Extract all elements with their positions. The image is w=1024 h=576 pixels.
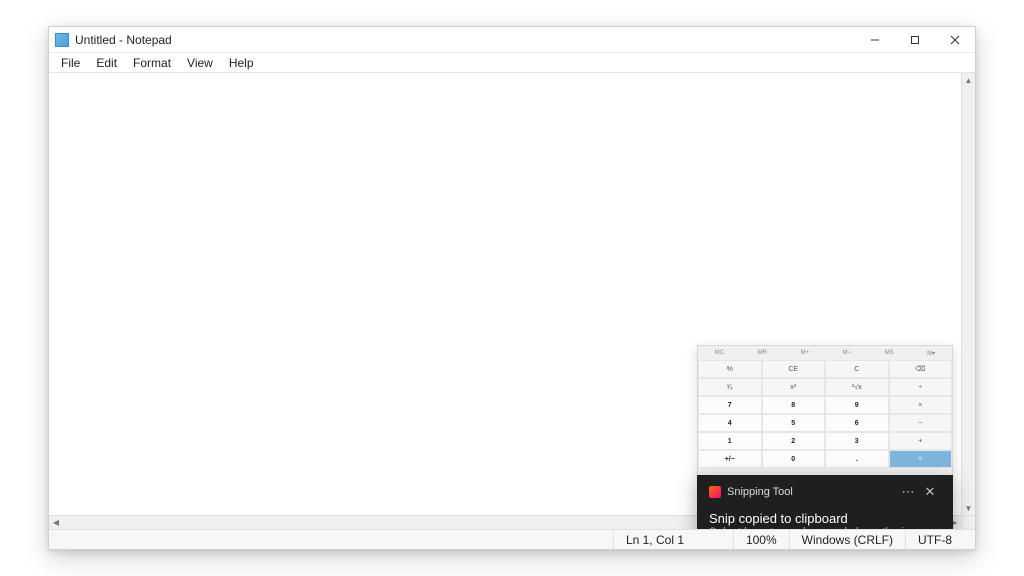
snipping-tool-toast[interactable]: Snipping Tool ⋯ ✕ Snip copied to clipboa… bbox=[697, 475, 953, 529]
window-title: Untitled - Notepad bbox=[75, 33, 172, 47]
close-icon bbox=[950, 35, 960, 45]
calc-key-0[interactable]: 0 bbox=[762, 450, 826, 468]
vertical-scrollbar[interactable]: ▲ ▼ bbox=[961, 73, 975, 515]
calc-key-4[interactable]: 4 bbox=[698, 414, 762, 432]
notepad-icon bbox=[55, 33, 69, 47]
scroll-up-icon[interactable]: ▲ bbox=[962, 73, 976, 87]
scroll-corner bbox=[961, 515, 975, 529]
toast-app-name: Snipping Tool bbox=[727, 486, 897, 498]
calculator-keypad: %CEC⌫ ¹⁄ₓx²²√x÷ 789× 456− 123+ +/−0.= bbox=[698, 360, 952, 468]
maximize-button[interactable] bbox=[895, 27, 935, 52]
calc-mem-3[interactable]: M− bbox=[843, 350, 852, 356]
title-bar[interactable]: Untitled - Notepad bbox=[49, 27, 975, 53]
calc-key-5[interactable]: 5 bbox=[762, 414, 826, 432]
minimize-icon bbox=[870, 35, 880, 45]
notepad-window: Untitled - Notepad File Edit Format View… bbox=[48, 26, 976, 550]
minimize-button[interactable] bbox=[855, 27, 895, 52]
menu-bar: File Edit Format View Help bbox=[49, 53, 975, 73]
calc-key-1[interactable]: 1 bbox=[698, 432, 762, 450]
menu-file[interactable]: File bbox=[53, 55, 88, 71]
snipping-tool-icon bbox=[709, 486, 721, 498]
calc-key-x[interactable]: x² bbox=[762, 378, 826, 396]
status-zoom: 100% bbox=[733, 530, 789, 549]
scroll-down-icon[interactable]: ▼ bbox=[962, 501, 976, 515]
calc-key-x[interactable]: ²√x bbox=[825, 378, 889, 396]
calc-key-7[interactable]: 7 bbox=[698, 396, 762, 414]
toast-more-button[interactable]: ⋯ bbox=[897, 484, 919, 500]
calc-key-[interactable]: ⌫ bbox=[889, 360, 953, 378]
calc-mem-2[interactable]: M+ bbox=[801, 350, 810, 356]
calc-key-[interactable]: = bbox=[889, 450, 953, 468]
calc-key-6[interactable]: 6 bbox=[825, 414, 889, 432]
calc-key-CE[interactable]: CE bbox=[762, 360, 826, 378]
menu-edit[interactable]: Edit bbox=[88, 55, 125, 71]
toast-title: Snip copied to clipboard bbox=[709, 511, 941, 526]
calc-key-[interactable]: +/− bbox=[698, 450, 762, 468]
menu-format[interactable]: Format bbox=[125, 55, 179, 71]
toast-subtitle: Select here to mark up and share the ima… bbox=[709, 527, 941, 529]
calculator-memory-row: MC MR M+ M− MS M▾ bbox=[698, 346, 952, 360]
calc-key-9[interactable]: 9 bbox=[825, 396, 889, 414]
calc-key-[interactable]: % bbox=[698, 360, 762, 378]
editor-area-wrap: ▲ ▼ ◀ ▶ MCMRM+M−MSM▾ %CEC⌫¹⁄ₓx²²√x÷789×4… bbox=[49, 73, 975, 529]
status-line-ending: Windows (CRLF) bbox=[789, 530, 905, 549]
maximize-icon bbox=[910, 35, 920, 45]
calc-key-2[interactable]: 2 bbox=[762, 432, 826, 450]
status-bar: Ln 1, Col 1 100% Windows (CRLF) UTF-8 bbox=[49, 529, 975, 549]
calc-key-[interactable]: ÷ bbox=[889, 378, 953, 396]
calc-mem-1[interactable]: MR bbox=[758, 350, 767, 356]
scroll-left-icon[interactable]: ◀ bbox=[49, 516, 63, 530]
calc-key-[interactable]: × bbox=[889, 396, 953, 414]
menu-view[interactable]: View bbox=[179, 55, 221, 71]
calc-mem-5[interactable]: M▾ bbox=[927, 350, 935, 357]
menu-help[interactable]: Help bbox=[221, 55, 262, 71]
calc-key-3[interactable]: 3 bbox=[825, 432, 889, 450]
calc-key-8[interactable]: 8 bbox=[762, 396, 826, 414]
calc-key-[interactable]: + bbox=[889, 432, 953, 450]
calc-key-[interactable]: − bbox=[889, 414, 953, 432]
toast-close-button[interactable]: ✕ bbox=[919, 484, 941, 500]
calc-key-[interactable]: . bbox=[825, 450, 889, 468]
calc-key-[interactable]: ¹⁄ₓ bbox=[698, 378, 762, 396]
window-controls bbox=[855, 27, 975, 52]
close-button[interactable] bbox=[935, 27, 975, 52]
calc-key-C[interactable]: C bbox=[825, 360, 889, 378]
status-position: Ln 1, Col 1 bbox=[613, 530, 733, 549]
toast-header: Snipping Tool ⋯ ✕ bbox=[709, 483, 941, 501]
calc-mem-0[interactable]: MC bbox=[715, 350, 724, 356]
status-spacer bbox=[49, 530, 613, 549]
status-encoding: UTF-8 bbox=[905, 530, 975, 549]
calc-mem-4[interactable]: MS bbox=[885, 350, 894, 356]
calculator-thumbnail[interactable]: MC MR M+ M− MS M▾ %CEC⌫ ¹⁄ₓx²²√x÷ 789× 456− 123+ +… bbox=[697, 345, 953, 477]
